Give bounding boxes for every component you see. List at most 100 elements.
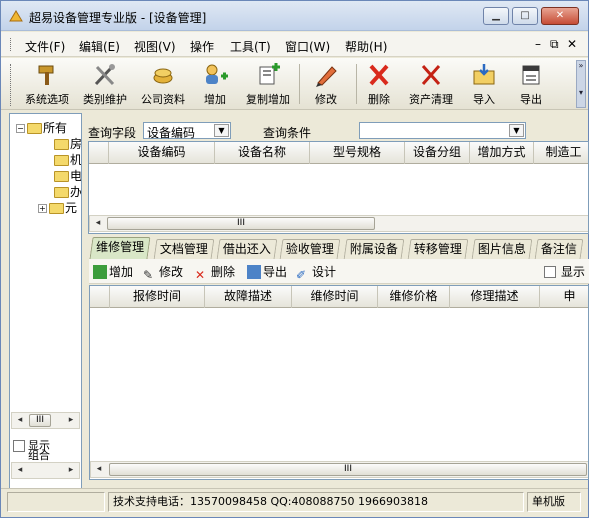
- query-cond-label: 查询条件: [263, 126, 312, 140]
- col-model-spec[interactable]: 型号规格: [310, 142, 405, 164]
- query-cond-select[interactable]: ▼: [359, 122, 526, 139]
- equipment-grid[interactable]: 设备编码 设备名称 型号规格 设备分组 增加方式 制造工 ◂ III: [88, 141, 589, 234]
- close-button[interactable]: ✕: [541, 7, 579, 25]
- minimize-button[interactable]: ▁: [483, 7, 509, 25]
- system-options-button[interactable]: 系统选项: [19, 61, 75, 107]
- mdi-close-icon[interactable]: ✕: [567, 37, 577, 51]
- menu-operation[interactable]: 操作: [190, 38, 214, 55]
- coins-icon: [153, 68, 173, 84]
- asset-clear-button[interactable]: 资产清理: [403, 61, 459, 107]
- repair-grid[interactable]: 报修时间 故障描述 维修时间 维修价格 修理描述 申 ◂ III: [89, 285, 589, 480]
- scroll-left-icon[interactable]: ◂: [12, 413, 28, 428]
- col-applicant[interactable]: 申: [540, 286, 588, 308]
- collapse-icon[interactable]: −: [16, 124, 25, 133]
- mdi-minimize-icon[interactable]: –: [535, 37, 541, 51]
- col-repair-price[interactable]: 维修价格: [378, 286, 450, 308]
- scroll-left-icon[interactable]: ◂: [91, 462, 107, 477]
- delete-x-icon: [369, 64, 389, 86]
- delete-button[interactable]: 删除: [351, 61, 407, 107]
- tree-node[interactable]: 办: [54, 183, 82, 200]
- col-fault-desc[interactable]: 故障描述: [205, 286, 292, 308]
- repair-show-checkbox[interactable]: [544, 266, 556, 278]
- col-equipment-name[interactable]: 设备名称: [215, 142, 310, 164]
- tree-root[interactable]: − 所有: [16, 119, 67, 136]
- scroll-thumb[interactable]: III: [107, 217, 375, 230]
- menu-help[interactable]: 帮助(H): [345, 38, 387, 55]
- scroll-left-icon[interactable]: ◂: [12, 463, 28, 478]
- repair-edit-button[interactable]: ✎ 修改: [143, 263, 183, 282]
- col-add-method[interactable]: 增加方式: [470, 142, 534, 164]
- status-bar: 技术支持电话：13570098458 QQ:408088750 19669038…: [1, 488, 588, 516]
- menu-view[interactable]: 视图(V): [134, 38, 176, 55]
- status-cell-blank: [7, 492, 105, 512]
- tree-node[interactable]: 房: [54, 135, 81, 152]
- folder-icon: [54, 139, 69, 150]
- tab-repair[interactable]: 维修管理: [89, 237, 151, 259]
- detail-tabs: 维修管理 文档管理 借出还入 验收管理 附属设备 转移管理 图片信息 备注信: [89, 237, 589, 259]
- col-report-time[interactable]: 报修时间: [110, 286, 205, 308]
- repair-add-button[interactable]: 增加: [93, 263, 133, 280]
- tree-node[interactable]: 电: [54, 167, 81, 184]
- tab-pictures[interactable]: 图片信息: [471, 239, 533, 259]
- repair-add-label: 增加: [109, 265, 134, 279]
- col-manufacturer[interactable]: 制造工: [534, 142, 588, 164]
- tree-node[interactable]: + 元: [38, 199, 77, 216]
- category-maintain-button[interactable]: 类别维护: [77, 61, 133, 107]
- menu-window[interactable]: 窗口(W): [285, 38, 330, 55]
- scroll-left-icon[interactable]: ◂: [90, 216, 106, 231]
- scroll-thumb[interactable]: III: [109, 463, 587, 476]
- category-maintain-label: 类别维护: [83, 93, 127, 106]
- folder-icon: [27, 123, 42, 134]
- expand-icon[interactable]: +: [38, 204, 47, 213]
- tab-notes[interactable]: 备注信: [534, 239, 584, 259]
- tree-hscrollbar[interactable]: ◂ III ▸: [11, 412, 80, 429]
- menu-file[interactable]: 文件(F): [25, 38, 65, 55]
- dropdown-arrow-icon[interactable]: ▼: [509, 124, 524, 137]
- maximize-button[interactable]: □: [512, 7, 538, 25]
- repair-design-button[interactable]: ✐ 设计: [296, 263, 336, 282]
- dropdown-arrow-icon[interactable]: ▼: [214, 124, 229, 137]
- add-label: 增加: [204, 93, 226, 106]
- tab-label: 备注信: [540, 242, 577, 256]
- tab-label: 维修管理: [96, 240, 145, 254]
- tree-node-label: 办: [70, 185, 82, 199]
- tab-label: 借出还入: [222, 242, 271, 256]
- copy-add-button[interactable]: 复制增加: [240, 61, 296, 107]
- app-window: 超易设备管理专业版 - [设备管理] ▁ □ ✕ 文件(F) 编辑(E) 视图(…: [0, 0, 589, 518]
- tree-node[interactable]: 机: [54, 151, 81, 168]
- add-button[interactable]: 增加: [187, 61, 243, 107]
- scroll-thumb[interactable]: III: [29, 414, 51, 427]
- grid-indicator-cell: [89, 142, 109, 164]
- equipment-grid-hscrollbar[interactable]: ◂ III: [89, 215, 588, 232]
- delete-label: 删除: [368, 93, 390, 106]
- show-checkbox[interactable]: [13, 440, 25, 452]
- menu-tools[interactable]: 工具(T): [230, 38, 271, 55]
- col-equipment-code[interactable]: 设备编码: [109, 142, 215, 164]
- tab-accessories[interactable]: 附属设备: [343, 239, 405, 259]
- add-icon: [93, 265, 107, 279]
- repair-export-button[interactable]: 导出: [247, 263, 287, 280]
- folder-icon: [54, 171, 69, 182]
- edit-button[interactable]: 修改: [298, 61, 354, 107]
- tab-lend-return[interactable]: 借出还入: [216, 239, 278, 259]
- repair-delete-button[interactable]: ✕ 删除: [195, 263, 235, 282]
- tab-documents[interactable]: 文档管理: [153, 239, 215, 259]
- tab-acceptance[interactable]: 验收管理: [279, 239, 341, 259]
- category-tree[interactable]: − 所有 房 机 电 办 + 元 ◂ III ▸ 显示 组合 ◂ ▸: [9, 113, 82, 497]
- col-equipment-group[interactable]: 设备分组: [405, 142, 470, 164]
- export-button[interactable]: 导出: [503, 61, 559, 107]
- col-repair-time[interactable]: 维修时间: [292, 286, 378, 308]
- tab-transfer[interactable]: 转移管理: [407, 239, 469, 259]
- col-repair-desc[interactable]: 修理描述: [450, 286, 540, 308]
- scroll-right-icon[interactable]: ▸: [63, 463, 79, 478]
- menu-edit[interactable]: 编辑(E): [79, 38, 120, 55]
- company-info-label: 公司资料: [141, 93, 185, 106]
- scroll-right-icon[interactable]: ▸: [63, 413, 79, 428]
- repair-grid-hscrollbar[interactable]: ◂ III: [90, 461, 588, 478]
- mdi-restore-icon[interactable]: ⧉: [550, 37, 559, 52]
- toolbar-overflow-button[interactable]: » ▾: [576, 60, 586, 108]
- company-info-button[interactable]: 公司资料: [135, 61, 191, 107]
- query-field-select[interactable]: 设备编码 ▼: [143, 122, 231, 140]
- tree-bottom-scrollbar[interactable]: ◂ ▸: [11, 462, 80, 479]
- equipment-grid-header: 设备编码 设备名称 型号规格 设备分组 增加方式 制造工: [89, 142, 588, 164]
